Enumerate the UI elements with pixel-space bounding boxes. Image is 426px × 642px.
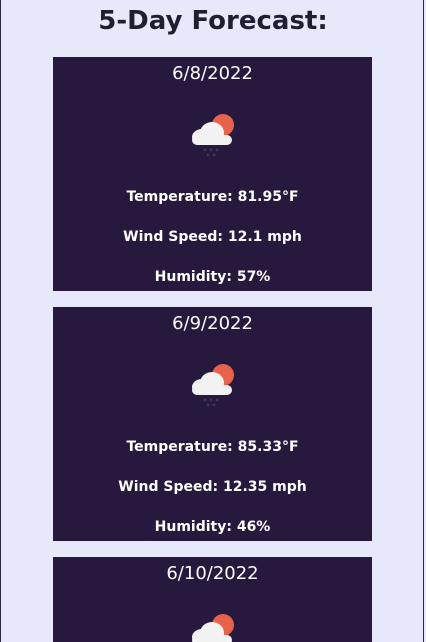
temperature-text: Temperature: 81.95°F (126, 189, 299, 205)
forecast-card: 6/8/2022 Temperature: 81.95°F Wind Speed… (53, 57, 372, 291)
forecast-date: 6/8/2022 (172, 63, 253, 84)
cloud-sun-rain-icon (185, 609, 241, 642)
forecast-date: 6/10/2022 (166, 563, 259, 584)
forecast-card: 6/9/2022 Temperature: 85.33°F Wind Speed… (53, 307, 372, 541)
cloud-sun-rain-icon (185, 109, 241, 165)
wind-speed-text: Wind Speed: 12.35 mph (118, 479, 307, 495)
forecast-heading: 5-Day Forecast: (98, 6, 328, 36)
forecast-card: 6/10/2022 (53, 557, 372, 642)
humidity-text: Humidity: 57% (154, 269, 271, 285)
temperature-text: Temperature: 85.33°F (126, 439, 299, 455)
humidity-text: Humidity: 46% (154, 519, 271, 535)
wind-speed-text: Wind Speed: 12.1 mph (123, 229, 302, 245)
cloud-sun-rain-icon (185, 359, 241, 415)
forecast-date: 6/9/2022 (172, 313, 253, 334)
